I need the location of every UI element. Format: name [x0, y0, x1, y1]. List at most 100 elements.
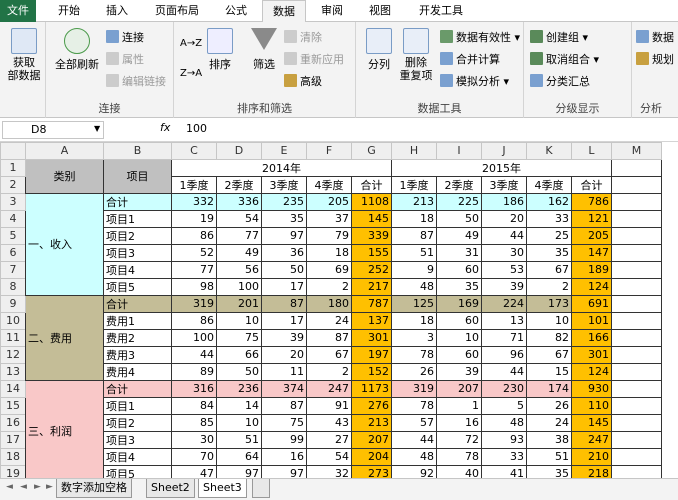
value-cell[interactable]: 71: [481, 328, 527, 347]
value-cell[interactable]: 51: [526, 447, 572, 466]
value-cell[interactable]: 205: [571, 226, 612, 245]
sheet-tab-1[interactable]: 数字添加空格: [56, 479, 132, 498]
value-cell[interactable]: 49: [436, 226, 482, 245]
refresh-all-button[interactable]: 全部刷新: [52, 28, 102, 72]
value-cell[interactable]: 13: [481, 311, 527, 330]
value-cell[interactable]: 66: [216, 345, 262, 364]
value-cell[interactable]: 17: [261, 311, 307, 330]
value-cell[interactable]: 207: [351, 430, 392, 449]
sheet-tab-2[interactable]: Sheet2: [146, 479, 195, 498]
cell[interactable]: [611, 294, 662, 313]
name-box-dropdown-icon[interactable]: ▼: [94, 124, 100, 133]
value-cell[interactable]: 39: [436, 362, 482, 381]
value-cell[interactable]: 78: [391, 345, 437, 364]
cell[interactable]: [611, 311, 662, 330]
quarter-header[interactable]: 1季度: [171, 175, 217, 194]
sort-za-button[interactable]: Z→A: [180, 66, 202, 82]
value-cell[interactable]: 47: [171, 464, 217, 478]
value-cell[interactable]: 197: [351, 345, 392, 364]
text-to-columns-button[interactable]: 分列: [360, 28, 398, 72]
group-button[interactable]: 创建组 ▾: [530, 30, 588, 46]
row-header[interactable]: 6: [0, 243, 26, 262]
value-cell[interactable]: 50: [261, 260, 307, 279]
quarter-header[interactable]: 4季度: [526, 175, 572, 194]
value-cell[interactable]: 44: [171, 345, 217, 364]
value-cell[interactable]: 27: [306, 430, 352, 449]
value-cell[interactable]: 37: [306, 209, 352, 228]
value-cell[interactable]: 336: [216, 192, 262, 211]
value-cell[interactable]: 17: [261, 277, 307, 296]
item-cell[interactable]: 项目1: [103, 396, 172, 415]
get-external-data-button[interactable]: 获取 部数据: [4, 28, 44, 82]
row-header[interactable]: 18: [0, 447, 26, 466]
value-cell[interactable]: 100: [216, 277, 262, 296]
value-cell[interactable]: 84: [171, 396, 217, 415]
cell[interactable]: [611, 345, 662, 364]
value-cell[interactable]: 124: [571, 277, 612, 296]
value-cell[interactable]: 18: [306, 243, 352, 262]
value-cell[interactable]: 51: [391, 243, 437, 262]
fx-icon[interactable]: fx: [160, 121, 170, 134]
select-all-corner[interactable]: [0, 142, 26, 160]
row-header[interactable]: 19: [0, 464, 26, 478]
value-cell[interactable]: 69: [306, 260, 352, 279]
column-header-b[interactable]: B: [103, 142, 172, 160]
value-cell[interactable]: 2: [306, 277, 352, 296]
column-header-g[interactable]: G: [351, 142, 392, 160]
value-cell[interactable]: 316: [171, 379, 217, 398]
value-cell[interactable]: 301: [571, 345, 612, 364]
value-cell[interactable]: 14: [216, 396, 262, 415]
value-cell[interactable]: 1173: [351, 379, 392, 398]
value-cell[interactable]: 87: [391, 226, 437, 245]
quarter-header[interactable]: 2季度: [436, 175, 482, 194]
column-header-m[interactable]: M: [611, 142, 662, 160]
value-cell[interactable]: 207: [436, 379, 482, 398]
value-cell[interactable]: 54: [306, 447, 352, 466]
value-cell[interactable]: 44: [481, 362, 527, 381]
value-cell[interactable]: 32: [306, 464, 352, 478]
sheet-nav-next-icon[interactable]: ►: [34, 482, 41, 492]
cell[interactable]: [611, 396, 662, 415]
sheet-nav-prev-icon[interactable]: ◄: [20, 482, 27, 492]
row-header[interactable]: 3: [0, 192, 26, 211]
item-cell[interactable]: 费用1: [103, 311, 172, 330]
cell[interactable]: [611, 413, 662, 432]
clear-filter-button[interactable]: 清除: [284, 30, 322, 46]
cell[interactable]: [611, 379, 662, 398]
value-cell[interactable]: 89: [171, 362, 217, 381]
name-box[interactable]: D8: [2, 121, 104, 139]
item-cell[interactable]: 项目4: [103, 447, 172, 466]
value-cell[interactable]: 3: [391, 328, 437, 347]
edit-links-button[interactable]: 编辑链接: [106, 74, 166, 90]
value-cell[interactable]: 33: [481, 447, 527, 466]
value-cell[interactable]: 11: [261, 362, 307, 381]
value-cell[interactable]: 82: [526, 328, 572, 347]
cell[interactable]: [611, 277, 662, 296]
value-cell[interactable]: 1108: [351, 192, 392, 211]
row-header[interactable]: 5: [0, 226, 26, 245]
value-cell[interactable]: 41: [481, 464, 527, 478]
year-header[interactable]: 2014年: [171, 158, 392, 177]
value-cell[interactable]: 18: [391, 209, 437, 228]
value-cell[interactable]: 169: [436, 294, 482, 313]
value-cell[interactable]: 301: [351, 328, 392, 347]
value-cell[interactable]: 31: [436, 243, 482, 262]
column-header-j[interactable]: J: [481, 142, 527, 160]
value-cell[interactable]: 26: [526, 396, 572, 415]
column-header-e[interactable]: E: [261, 142, 307, 160]
item-cell[interactable]: 项目5: [103, 277, 172, 296]
value-cell[interactable]: 91: [306, 396, 352, 415]
cell[interactable]: [611, 243, 662, 262]
column-header-a[interactable]: A: [25, 142, 104, 160]
value-cell[interactable]: 67: [306, 345, 352, 364]
cell[interactable]: [611, 464, 662, 478]
value-cell[interactable]: 50: [436, 209, 482, 228]
value-cell[interactable]: 213: [351, 413, 392, 432]
value-cell[interactable]: 87: [261, 294, 307, 313]
value-cell[interactable]: 24: [306, 311, 352, 330]
value-cell[interactable]: 16: [436, 413, 482, 432]
row-header[interactable]: 14: [0, 379, 26, 398]
row-header[interactable]: 13: [0, 362, 26, 381]
item-cell[interactable]: 项目1: [103, 209, 172, 228]
value-cell[interactable]: 36: [261, 243, 307, 262]
